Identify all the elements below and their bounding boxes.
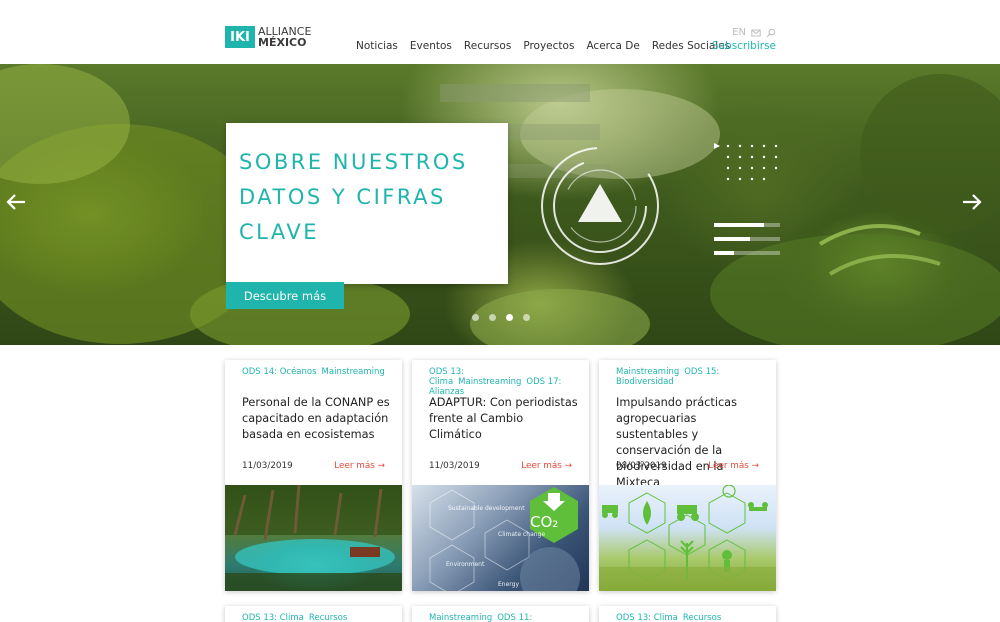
news-card[interactable]: Mainstreaming ODS 15: Biodiversidad Impul… <box>599 360 776 591</box>
news-card[interactable]: ODS 13: Clima Mainstreaming ODS 17: Alianz… <box>412 360 589 591</box>
hero-caption-card: SOBRE NUESTROS DATOS Y CIFRAS CLAVE <box>226 123 508 284</box>
card-image-agriculture[interactable] <box>599 485 776 591</box>
slider-dot[interactable] <box>523 314 530 321</box>
card-title[interactable]: ADAPTUR: Con periodistas frente al Cambi… <box>429 395 579 443</box>
logo-text: ALLIANCE MÉXICO <box>258 26 311 48</box>
read-more-link[interactable]: Leer más → <box>708 461 759 471</box>
slider-dot[interactable] <box>472 314 479 321</box>
main-nav: Noticias Eventos Recursos Proyectos Acer… <box>356 40 742 52</box>
mail-icon[interactable] <box>751 28 761 38</box>
tag-link[interactable]: Recursos <box>683 613 721 622</box>
logo[interactable]: IKI ALLIANCE MÉXICO <box>225 26 311 48</box>
nav-item-acerca-de[interactable]: Acerca De <box>586 40 639 52</box>
tag-link[interactable]: Mainstreaming <box>322 367 385 377</box>
arrow-right-icon[interactable] <box>961 191 983 213</box>
news-card[interactable]: ODS 14: Océanos Mainstreaming Personal de… <box>225 360 402 591</box>
hero-slider: SOBRE NUESTROS DATOS Y CIFRAS CLAVE Desc… <box>0 64 1000 345</box>
tag-link[interactable]: Mainstreaming <box>616 367 679 377</box>
subscribe-link[interactable]: Subscribirse <box>712 40 776 52</box>
search-icon[interactable] <box>766 28 776 38</box>
news-card[interactable]: MainstreamingODS 11: Ciudades <box>412 606 589 622</box>
news-card[interactable]: ODS 13: Clima Recursos <box>225 606 402 622</box>
tag-link[interactable]: Mainstreaming <box>458 377 521 387</box>
read-more-link[interactable]: Leer más → <box>334 461 385 471</box>
tag-link[interactable]: ODS 13: Clima <box>242 613 304 622</box>
card-date: 11/03/2019 <box>242 461 293 471</box>
card-tags: Mainstreaming ODS 15: Biodiversidad <box>616 367 764 387</box>
image-caption: Energy <box>498 581 520 588</box>
nav-item-noticias[interactable]: Noticias <box>356 40 398 52</box>
card-tags: MainstreamingODS 11: Ciudades <box>429 613 577 622</box>
tag-link[interactable]: ODS 13: Clima <box>616 613 678 622</box>
card-date: 08/03/2019 <box>616 461 667 471</box>
tag-link[interactable]: Mainstreaming <box>429 613 492 622</box>
tag-link[interactable]: Recursos <box>309 613 347 622</box>
nav-item-proyectos[interactable]: Proyectos <box>523 40 574 52</box>
slider-dot-active[interactable] <box>506 314 513 321</box>
card-tags: ODS 13: Clima Recursos <box>616 613 764 622</box>
co2-label: CO₂ <box>530 513 559 531</box>
hero-title: SOBRE NUESTROS DATOS Y CIFRAS CLAVE <box>239 150 468 244</box>
card-tags: ODS 13: Clima Mainstreaming ODS 17: Alianz… <box>429 367 577 397</box>
slider-dots <box>472 314 530 321</box>
site-header: IKI ALLIANCE MÉXICO Noticias Eventos Rec… <box>0 0 1000 64</box>
card-date: 11/03/2019 <box>429 461 480 471</box>
data-circle-graphic <box>541 147 659 265</box>
tag-link[interactable]: ODS 14: Océanos <box>242 367 317 377</box>
card-title[interactable]: Personal de la CONANP es capacitado en a… <box>242 395 392 443</box>
language-switch[interactable]: EN <box>732 27 746 38</box>
image-caption: Sustainable development <box>448 505 525 512</box>
agriculture-icons-illustration <box>599 485 776 591</box>
card-tags: ODS 14: Océanos Mainstreaming <box>242 367 390 377</box>
image-caption: Climate change <box>498 531 546 538</box>
read-more-link[interactable]: Leer más → <box>521 461 572 471</box>
card-tags: ODS 13: Clima Recursos <box>242 613 390 622</box>
utility-bar: EN <box>732 27 776 38</box>
card-image-cenote[interactable] <box>225 485 402 591</box>
discover-more-button[interactable]: Descubre más <box>226 282 344 309</box>
arrow-left-icon[interactable] <box>5 191 27 213</box>
slider-dot[interactable] <box>489 314 496 321</box>
logo-mark: IKI <box>225 26 255 48</box>
news-card[interactable]: ODS 13: Clima Recursos <box>599 606 776 622</box>
nav-item-recursos[interactable]: Recursos <box>464 40 511 52</box>
cenote-illustration <box>225 485 402 591</box>
card-title[interactable]: Impulsando prácticas agropecuarias suste… <box>616 395 766 491</box>
progress-bars-graphic <box>714 223 780 255</box>
card-image-co2[interactable]: CO₂ Sustainable development Climate chan… <box>412 485 589 591</box>
image-caption: Environment <box>446 561 485 568</box>
nav-item-eventos[interactable]: Eventos <box>410 40 452 52</box>
logo-line2: MÉXICO <box>258 36 307 49</box>
dot-grid-graphic <box>714 143 778 181</box>
co2-hexagon-illustration <box>429 487 580 591</box>
